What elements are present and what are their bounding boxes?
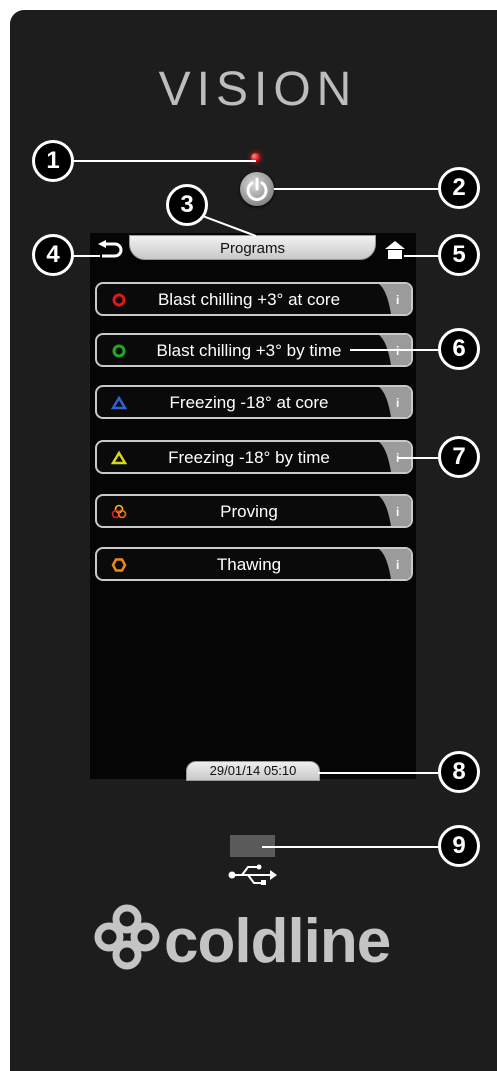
callout-6: 6	[438, 328, 480, 370]
page-title: Programs	[219, 240, 286, 257]
svg-text:i: i	[396, 344, 399, 358]
brand-vision-text: VISION	[158, 63, 358, 116]
power-button[interactable]	[240, 172, 274, 206]
callout-leader-line	[404, 255, 440, 257]
program-button[interactable]: Freezing -18° at core i	[95, 385, 413, 419]
triangle-yellow-icon	[111, 450, 127, 465]
program-button[interactable]: Thawing i	[95, 547, 413, 581]
callout-leader-line	[274, 188, 442, 190]
info-button[interactable]: i	[369, 496, 411, 526]
datetime-display: 29/01/14 05:10	[186, 761, 320, 781]
callout-2: 2	[438, 167, 480, 209]
program-button[interactable]: Freezing -18° by time i	[95, 440, 413, 474]
callout-leader-line	[262, 846, 440, 848]
svg-text:i: i	[396, 396, 399, 410]
callout-leader-line	[318, 772, 440, 774]
callout-leader-line	[70, 160, 256, 162]
callout-leader-line	[398, 457, 440, 459]
callout-leader-line	[70, 255, 100, 257]
hexagon-orange-icon	[111, 558, 127, 572]
callout-3: 3	[166, 184, 208, 226]
svg-text:i: i	[396, 558, 399, 572]
program-label: Blast chilling +3° at core	[157, 290, 341, 309]
info-button[interactable]: i	[369, 284, 411, 314]
callout-8: 8	[438, 751, 480, 793]
circle-green-icon	[112, 344, 126, 358]
callout-1: 1	[32, 140, 74, 182]
program-label: Freezing -18° at core	[169, 393, 329, 412]
home-icon[interactable]	[385, 241, 405, 259]
callout-leader-line	[350, 349, 440, 351]
svg-text:i: i	[396, 505, 399, 519]
info-button[interactable]: i	[369, 387, 411, 417]
info-button[interactable]: i	[369, 549, 411, 579]
usb-icon	[228, 864, 277, 885]
program-label: Thawing	[216, 555, 282, 574]
program-button[interactable]: Proving i	[95, 494, 413, 528]
callout-5: 5	[438, 234, 480, 276]
back-arrow-icon[interactable]	[96, 240, 126, 260]
triangle-blue-icon	[111, 395, 127, 410]
callout-9: 9	[438, 825, 480, 867]
svg-text:i: i	[396, 293, 399, 307]
callout-7: 7	[438, 436, 480, 478]
circle-red-icon	[112, 293, 126, 307]
proving-rings-icon	[111, 504, 127, 519]
program-label: Freezing -18° by time	[168, 448, 330, 467]
program-button[interactable]: Blast chilling +3° at core i	[95, 282, 413, 316]
program-label: Proving	[220, 502, 278, 521]
program-label: Blast chilling +3° by time	[156, 341, 342, 360]
callout-4: 4	[32, 234, 74, 276]
brand-logo-text: coldline	[164, 907, 391, 976]
coldline-logo-icon	[94, 904, 160, 970]
power-icon	[246, 177, 268, 201]
